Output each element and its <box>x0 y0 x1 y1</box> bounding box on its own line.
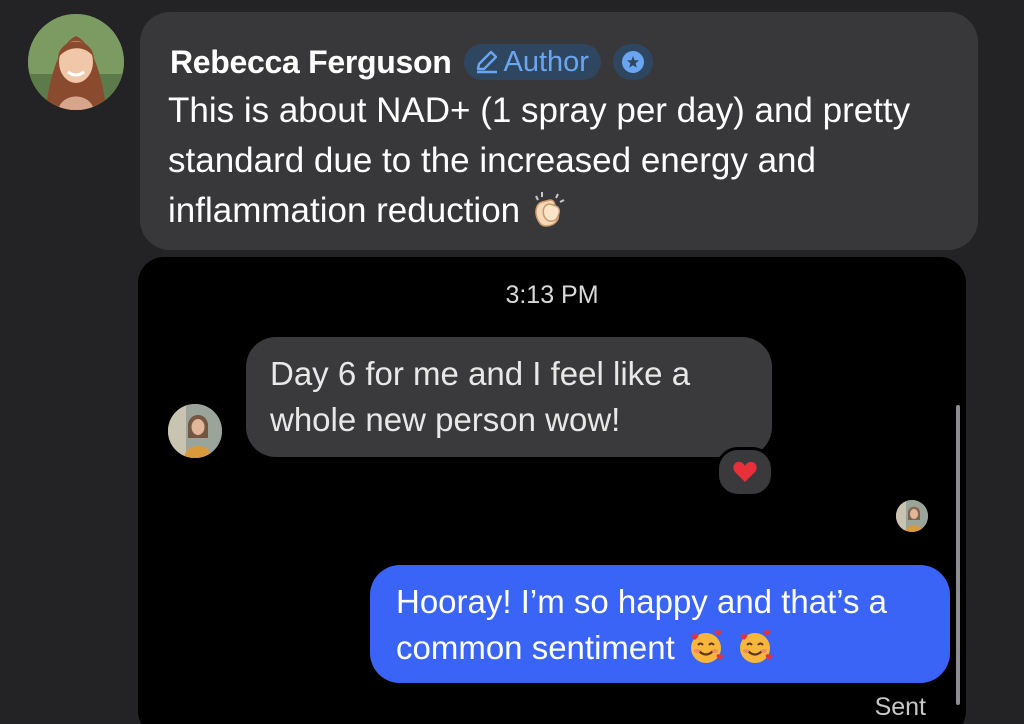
author-name[interactable]: Rebecca Ferguson <box>170 44 452 81</box>
outgoing-message-body: Hooray! I’m so happy and that’s a common… <box>396 583 888 666</box>
pencil-icon <box>476 50 497 74</box>
embedded-chat-screenshot[interactable]: 3:13 PM Day 6 for me and I feel like a w… <box>138 257 966 724</box>
comment-text: This is about NAD+ (1 spray per day) and… <box>168 86 968 244</box>
incoming-message-text: Day 6 for me and I feel like a whole new… <box>270 355 691 438</box>
outgoing-message-bubble: Hooray! I’m so happy and that’s a common… <box>370 565 950 683</box>
clapping-hands-icon <box>528 190 568 244</box>
incoming-message-bubble: Day 6 for me and I feel like a whole new… <box>246 337 772 457</box>
comment-header: Rebecca Ferguson Author <box>170 42 653 82</box>
read-receipt-avatar <box>896 500 928 532</box>
heart-icon[interactable] <box>716 447 774 497</box>
author-badge-label: Author <box>503 45 589 78</box>
delivery-status: Sent <box>874 693 926 721</box>
author-avatar[interactable] <box>28 14 124 110</box>
smiling-face-with-hearts-icon <box>688 629 724 677</box>
verified-badge-icon <box>612 44 653 80</box>
comment-thread: Rebecca Ferguson Author This is about NA… <box>0 0 1024 724</box>
smiling-face-with-hearts-icon <box>737 629 773 677</box>
sender-avatar <box>168 404 222 458</box>
outgoing-message-text: Hooray! I’m so happy and that’s a common… <box>396 579 936 677</box>
scrollbar[interactable] <box>956 405 960 705</box>
message-timestamp: 3:13 PM <box>505 281 599 309</box>
comment-bubble: Rebecca Ferguson Author This is about NA… <box>140 12 978 250</box>
author-badge: Author <box>463 44 601 80</box>
